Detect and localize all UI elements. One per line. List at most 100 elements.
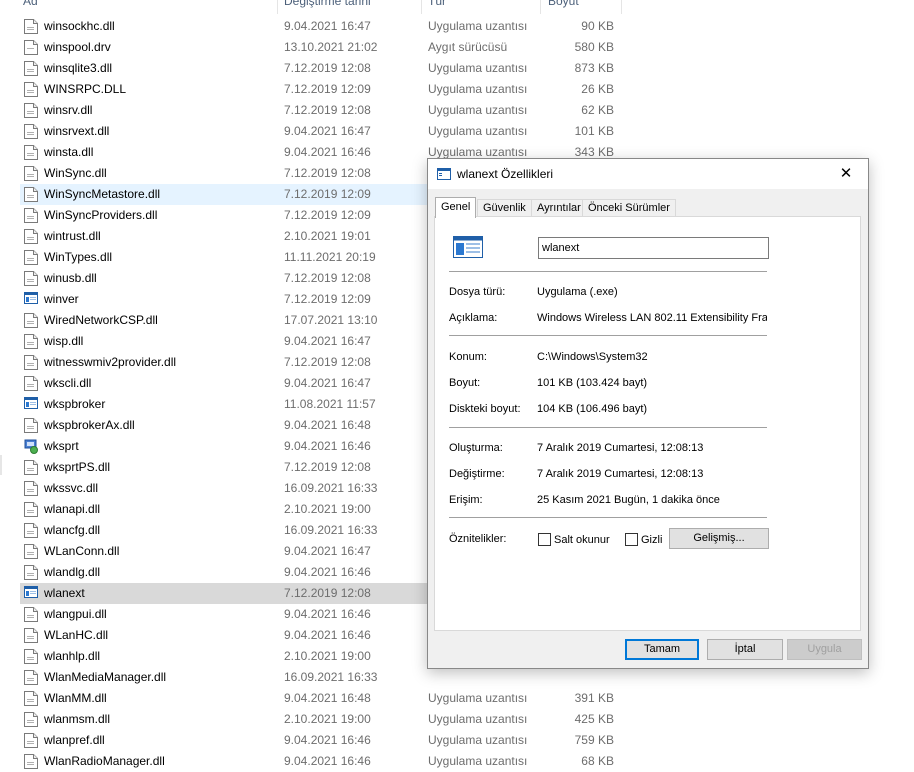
tab-previous-versions[interactable]: Önceki Sürümler [582,199,676,217]
file-name: wlancfg.dll [44,523,101,537]
file-date: 9.04.2021 16:46 [284,565,371,579]
modified-value: 7 Aralık 2019 Cumartesi, 12:08:13 [537,468,704,480]
created-label: Oluşturma: [449,442,503,454]
file-name: wlandlg.dll [44,565,101,579]
dll-icon [24,460,38,475]
column-date[interactable]: Değiştirme tarihi [284,0,371,8]
file-row[interactable]: wlanmsm.dll 2.10.2021 19:00 Uygulama uzant… [20,709,622,730]
dll-icon [24,502,38,517]
file-date: 2.10.2021 19:01 [284,229,371,243]
dll-icon [24,61,38,76]
column-separator[interactable] [277,0,278,14]
file-row[interactable]: WlanMediaManager.dll 16.09.2021 16:33 [20,667,622,688]
file-date: 9.04.2021 16:46 [284,733,371,747]
file-row[interactable]: winsqlite3.dll 7.12.2019 12:08 Uygulama uz… [20,58,622,79]
file-date: 16.09.2021 16:33 [284,523,378,537]
file-date: 17.07.2021 13:10 [284,313,378,327]
dll-icon [24,544,38,559]
file-size: 580 KB [574,40,614,54]
file-date: 9.04.2021 16:48 [284,418,371,432]
file-name: wksprtPS.dll [44,460,111,474]
file-row[interactable]: wlanpref.dll 9.04.2021 16:46 Uygulama uzan… [20,730,622,751]
tab-general[interactable]: Genel [435,197,477,218]
file-row[interactable]: winsrvext.dll 9.04.2021 16:47 Uygulama uza… [20,121,622,142]
dll-icon [24,19,38,34]
file-name: WinSyncProviders.dll [44,208,158,222]
file-name-field[interactable]: wlanext [538,237,769,259]
hidden-label[interactable]: Gizli [641,534,662,546]
column-size[interactable]: Boyut [548,0,579,8]
file-row[interactable]: winsrv.dll 7.12.2019 12:08 Uygulama uzantı… [20,100,622,121]
file-date: 7.12.2019 12:09 [284,208,371,222]
file-name: wkspbroker [44,397,106,411]
file-date: 9.04.2021 16:46 [284,607,371,621]
app-window-icon [437,168,451,183]
dll-icon [24,565,38,580]
dll-icon [24,712,38,727]
file-row[interactable]: winspool.drv 13.10.2021 21:02 Aygıt sürücü… [20,37,622,58]
cancel-button[interactable]: İptal [707,639,783,660]
file-type-label: Dosya türü: [449,286,506,298]
file-row[interactable]: WlanRadioManager.dll 9.04.2021 16:46 Uygul… [20,751,622,772]
column-name[interactable]: Ad [23,0,38,8]
dll-icon [24,124,38,139]
file-name: WLanHC.dll [44,628,109,642]
file-name: wlanapi.dll [44,502,101,516]
file-date: 7.12.2019 12:08 [284,460,371,474]
file-date: 9.04.2021 16:47 [284,334,371,348]
file-date: 16.09.2021 16:33 [284,481,378,495]
description-value: Windows Wireless LAN 802.11 Extensibilit… [537,312,767,324]
readonly-checkbox[interactable] [538,533,551,546]
file-date: 9.04.2021 16:47 [284,19,371,33]
column-separator[interactable] [540,0,541,14]
file-name: WinSyncMetastore.dll [44,187,161,201]
dll-icon [24,82,38,97]
modified-label: Değiştirme: [449,468,505,480]
file-row[interactable]: winsockhc.dll 9.04.2021 16:47 Uygulama uza… [20,16,622,37]
dll-icon [24,166,38,181]
size-label: Boyut: [449,377,481,389]
file-row[interactable]: WINSRPC.DLL 7.12.2019 12:09 Uygulama uzant… [20,79,622,100]
file-date: 7.12.2019 12:09 [284,82,371,96]
file-type: Uygulama uzantısı [428,754,528,768]
created-value: 7 Aralık 2019 Cumartesi, 12:08:13 [537,442,704,454]
file-type: Uygulama uzantısı [428,124,528,138]
file-name: witnesswmiv2provider.dll [44,355,177,369]
ok-button[interactable]: Tamam [625,639,699,660]
dll-icon [24,418,38,433]
file-name: WlanMediaManager.dll [44,670,167,684]
file-name: wisp.dll [44,334,84,348]
file-row[interactable]: WlanMM.dll 9.04.2021 16:48 Uygulama uzantı… [20,688,622,709]
dialog-title: wlanext Özellikleri [457,167,554,181]
hidden-checkbox[interactable] [625,533,638,546]
column-type[interactable]: Tür [428,0,446,8]
dll-icon [24,670,38,685]
file-size: 759 KB [574,733,614,747]
divider [449,517,767,519]
description-label: Açıklama: [449,312,498,324]
advanced-button[interactable]: Gelişmiş... [669,528,769,549]
file-type: Uygulama uzantısı [428,712,528,726]
file-date: 2.10.2021 19:00 [284,649,371,663]
apply-button: Uygula [787,639,862,660]
dll-icon [24,103,38,118]
file-date: 9.04.2021 16:47 [284,124,371,138]
file-date: 9.04.2021 16:47 [284,376,371,390]
file-name: winusb.dll [44,271,97,285]
file-date: 2.10.2021 19:00 [284,502,371,516]
file-date: 9.04.2021 16:46 [284,628,371,642]
accessed-label: Erişim: [449,494,483,506]
file-size: 343 KB [574,145,614,159]
readonly-label[interactable]: Salt okunur [554,534,610,546]
dll-icon [24,271,38,286]
tab-details[interactable]: Ayrıntılar [531,199,587,217]
file-type: Uygulama uzantısı [428,61,528,75]
dialog-titlebar[interactable]: wlanext Özellikleri ✕ [428,159,868,189]
file-name: WLanConn.dll [44,544,120,558]
general-panel: wlanext Dosya türü: Uygulama (.exe) Açık… [434,216,861,631]
file-date: 11.11.2021 20:19 [284,250,376,264]
close-icon[interactable]: ✕ [824,159,868,189]
column-separator[interactable] [621,0,622,14]
column-separator[interactable] [421,0,422,14]
tab-security[interactable]: Güvenlik [477,199,532,217]
